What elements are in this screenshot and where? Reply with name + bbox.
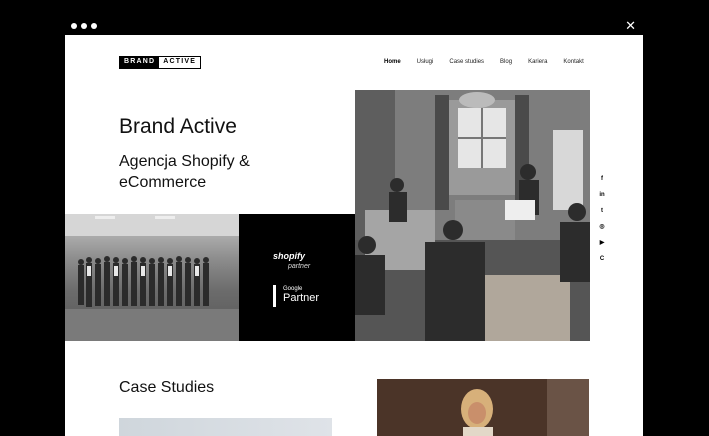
window-dot-icon [81, 23, 87, 29]
facebook-icon[interactable]: f [598, 175, 606, 191]
nav-case-studies[interactable]: Case studies [449, 58, 484, 66]
linkedin-icon[interactable]: in [598, 191, 606, 207]
social-links: f in t ◎ ▶ C [598, 175, 606, 271]
close-icon[interactable]: ✕ [625, 19, 636, 33]
window-titlebar: ✕ [65, 17, 643, 35]
case-study-image[interactable] [119, 418, 332, 436]
nav-blog[interactable]: Blog [500, 58, 512, 66]
shopify-partner-sub: partner [288, 263, 311, 270]
browser-window: ✕ BRAND ACTIVE Home Usługi Case studies … [65, 17, 643, 436]
team-photo [65, 214, 239, 341]
instagram-icon[interactable]: ◎ [598, 223, 606, 239]
youtube-icon[interactable]: ▶ [598, 239, 606, 255]
office-meeting-photo [355, 90, 590, 341]
google-partner-bar [273, 285, 276, 307]
case-study-image[interactable] [377, 379, 589, 436]
logo-active-text: ACTIVE [163, 58, 197, 65]
clutch-icon[interactable]: C [598, 255, 606, 271]
case-study-illustration [377, 379, 589, 436]
logo-brand-text: BRAND [120, 57, 160, 68]
window-dot-icon [71, 23, 77, 29]
hero-title: Brand Active [119, 115, 237, 138]
window-dot-icon [91, 23, 97, 29]
nav-kontakt[interactable]: Kontakt [563, 58, 583, 66]
shopify-partner-logo: shopify [273, 251, 306, 261]
team-photo-illustration [65, 214, 239, 341]
hero-subtitle: Agencja Shopify & eCommerce [119, 153, 250, 191]
office-meeting-illustration [355, 90, 590, 341]
main-nav: Home Usługi Case studies Blog Kariera Ko… [384, 58, 600, 66]
nav-kariera[interactable]: Kariera [528, 58, 547, 66]
partner-badges: shopify partner Google Partner [239, 214, 355, 341]
case-studies-title: Case Studies [119, 379, 215, 396]
nav-uslugi[interactable]: Usługi [417, 58, 434, 66]
brand-logo[interactable]: BRAND ACTIVE [119, 56, 202, 69]
google-partner-text: Partner [283, 292, 320, 304]
twitter-icon[interactable]: t [598, 207, 606, 223]
nav-home[interactable]: Home [384, 58, 401, 66]
